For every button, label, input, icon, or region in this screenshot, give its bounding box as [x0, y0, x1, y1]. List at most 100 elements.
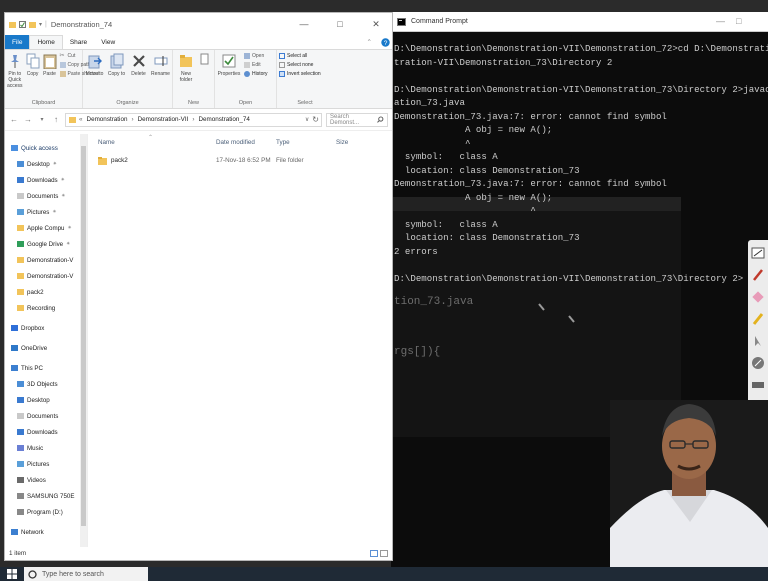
explorer-titlebar[interactable]: ▾ | Demonstration_74 — □ ✕ — [5, 13, 392, 35]
delete-button[interactable]: Delete — [129, 53, 148, 77]
search-placeholder: Search Demonst... — [330, 113, 360, 126]
breadcrumb-part[interactable]: Demonstration — [87, 116, 128, 123]
new-folder-icon[interactable] — [29, 21, 36, 28]
rename-button[interactable]: Rename — [151, 53, 170, 77]
new-folder-button[interactable]: New folder — [175, 53, 197, 83]
tab-file[interactable]: File — [5, 35, 30, 49]
whiteboard-icon[interactable] — [751, 246, 765, 260]
nav-scrollbar[interactable] — [80, 134, 87, 547]
pen-red-icon[interactable] — [751, 268, 765, 282]
up-arrow-icon[interactable]: ↑ — [51, 115, 61, 124]
refresh-icon[interactable]: ↻ — [312, 115, 319, 124]
properties-button[interactable]: Properties — [217, 53, 241, 77]
nav-item[interactable]: Program (D:) — [5, 504, 87, 520]
folder-icon — [17, 381, 27, 387]
maximize-icon[interactable]: □ — [736, 16, 741, 26]
nav-item[interactable]: Pictures — [5, 456, 87, 472]
address-bar[interactable]: « Demonstration › Demonstration-VII › De… — [65, 112, 322, 127]
breadcrumb-part[interactable]: Demonstration_74 — [198, 116, 249, 123]
open-button[interactable]: Open — [244, 53, 268, 59]
highlighter-icon[interactable] — [751, 312, 765, 326]
details-view-icon[interactable] — [370, 550, 378, 557]
nav-scroll-thumb[interactable] — [81, 146, 86, 526]
nav-item[interactable]: OneDrive — [5, 340, 87, 356]
nav-item[interactable]: Desktop — [5, 392, 87, 408]
nav-item[interactable]: Downloads — [5, 424, 87, 440]
copy-to-button[interactable]: Copy to — [107, 53, 126, 77]
invert-selection-button[interactable]: Invert selection — [279, 71, 321, 77]
nav-item[interactable]: Dropbox — [5, 320, 87, 336]
nav-item[interactable]: Recording — [5, 300, 87, 316]
chevron-up-icon[interactable]: ⌃ — [360, 35, 379, 49]
properties-icon[interactable] — [19, 20, 26, 28]
cmd-output[interactable]: D:\Demonstration\Demonstration-VII\Demon… — [394, 42, 768, 442]
keyboard-icon[interactable] — [751, 378, 765, 392]
search-input[interactable]: Search Demonst... — [326, 112, 388, 127]
edit-button[interactable]: Edit — [244, 62, 268, 68]
nav-item[interactable]: Demonstration-V — [5, 252, 87, 268]
column-type[interactable]: Type — [276, 139, 336, 146]
copy-button[interactable]: Copy — [26, 53, 40, 77]
nav-item[interactable]: Videos — [5, 472, 87, 488]
nav-item[interactable]: Downloads ✷ — [5, 172, 87, 188]
nav-item[interactable]: Demonstration-V — [5, 268, 87, 284]
nav-item[interactable]: pack2 — [5, 284, 87, 300]
minimize-icon[interactable]: — — [291, 13, 317, 35]
eraser-icon[interactable] — [751, 290, 765, 304]
file-list[interactable]: ⌃ Name Date modified Type Size pack2 17-N… — [88, 134, 392, 547]
large-icons-view-icon[interactable] — [380, 550, 388, 557]
tab-home[interactable]: Home — [29, 35, 63, 49]
nav-item[interactable]: Documents ✷ — [5, 188, 87, 204]
start-button[interactable] — [0, 569, 24, 579]
recent-locations-icon[interactable]: ▾ — [37, 116, 47, 123]
cmd-titlebar[interactable]: Command Prompt — □ — [391, 12, 768, 32]
nav-item-label: Demonstration-V — [27, 272, 74, 280]
nav-item[interactable]: Music — [5, 440, 87, 456]
nav-item[interactable]: Google Drive ✷ — [5, 236, 87, 252]
nav-item[interactable]: Apple Compu ✷ — [5, 220, 87, 236]
maximize-icon[interactable]: □ — [327, 13, 353, 35]
nav-item[interactable]: Desktop ✷ — [5, 156, 87, 172]
nav-item[interactable]: Quick access — [5, 140, 87, 156]
history-button[interactable]: History — [244, 71, 268, 77]
forward-arrow-icon[interactable]: → — [23, 115, 33, 124]
nav-item[interactable]: Pictures ✷ — [5, 204, 87, 220]
navigation-pane[interactable]: Quick access Desktop ✷ Downloads ✷ Documents ✷… — [5, 134, 88, 547]
paste-button[interactable]: Paste — [43, 53, 57, 77]
nav-item[interactable]: This PC — [5, 360, 87, 376]
select-all-button[interactable]: Select all — [279, 53, 321, 59]
select-none-button[interactable]: Select none — [279, 62, 321, 68]
folder-icon — [17, 225, 27, 231]
status-bar: 1 item — [5, 547, 392, 560]
pin-label: Pin to Quick access — [7, 71, 23, 89]
nav-item-label: Desktop — [27, 160, 50, 168]
nav-item[interactable]: Documents — [5, 408, 87, 424]
file-row[interactable]: pack2 17-Nov-18 6:52 PM File folder — [88, 153, 392, 168]
column-headers: Name Date modified Type Size — [88, 134, 392, 150]
cmd-line — [394, 258, 768, 272]
column-size[interactable]: Size — [336, 139, 366, 146]
nav-item-label: This PC — [21, 364, 44, 372]
close-icon[interactable]: ✕ — [363, 13, 389, 35]
new-folder-label: New folder — [179, 71, 193, 83]
laser-icon[interactable] — [751, 356, 765, 370]
minimize-icon[interactable]: — — [716, 16, 725, 26]
chevron-down-icon[interactable]: ▾ — [39, 21, 42, 28]
tab-view[interactable]: View — [94, 35, 122, 49]
pin-icon: ✷ — [61, 193, 66, 199]
nav-item[interactable]: SAMSUNG 750E — [5, 488, 87, 504]
nav-item[interactable]: Network — [5, 524, 87, 540]
breadcrumb-part[interactable]: Demonstration-VII — [138, 116, 189, 123]
help-icon[interactable]: ? — [379, 35, 392, 49]
back-arrow-icon[interactable]: ← — [9, 115, 19, 124]
pin-quick-access-button[interactable]: Pin to Quick access — [7, 53, 23, 89]
file-explorer-window[interactable]: ▾ | Demonstration_74 — □ ✕ File Home Sha… — [4, 12, 393, 561]
column-date[interactable]: Date modified — [216, 139, 276, 146]
nav-item[interactable]: 3D Objects — [5, 376, 87, 392]
address-dropdown-icon[interactable]: ∨ — [305, 116, 309, 123]
pointer-icon[interactable] — [751, 334, 765, 348]
new-item-icon[interactable] — [200, 53, 209, 65]
move-to-button[interactable]: Move to — [85, 53, 104, 77]
taskbar-search[interactable]: Type here to search — [24, 567, 148, 581]
tab-share[interactable]: Share — [63, 35, 94, 49]
